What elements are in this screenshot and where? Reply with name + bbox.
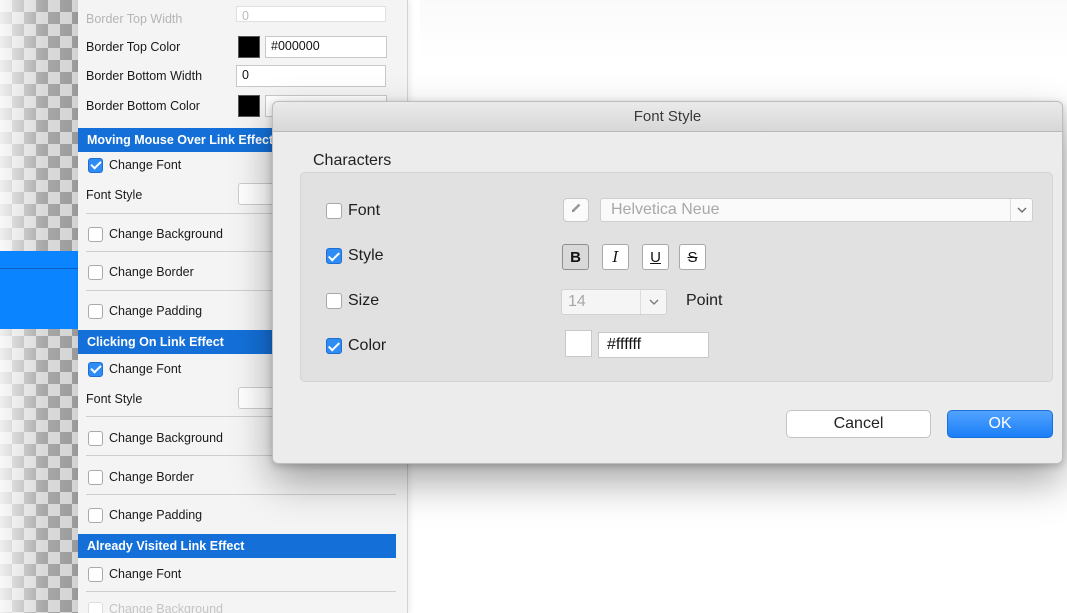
divider xyxy=(86,494,396,495)
visited-change-background-label: Change Background xyxy=(109,602,223,613)
click-change-font-checkbox[interactable] xyxy=(88,361,103,377)
font-edit-button[interactable] xyxy=(563,198,589,222)
font-size-select[interactable]: 14 xyxy=(561,289,667,315)
hover-change-font-checkbox[interactable] xyxy=(88,157,103,173)
border-bottom-color-row: Border Bottom Color xyxy=(86,95,200,117)
border-bottom-width-row: Border Bottom Width xyxy=(86,65,202,87)
border-top-color-swatch[interactable] xyxy=(238,36,260,58)
border-bottom-color-swatch[interactable] xyxy=(238,95,260,117)
border-top-width-label: Border Top Width xyxy=(86,12,183,26)
pencil-icon xyxy=(569,201,583,220)
strikethrough-button[interactable]: S xyxy=(679,244,706,270)
click-font-style-row: Font Style xyxy=(86,388,142,410)
border-top-color-label: Border Top Color xyxy=(86,40,181,54)
bold-button[interactable]: B xyxy=(562,244,589,270)
hover-change-border-row[interactable]: Change Border xyxy=(88,261,194,283)
chevron-down-icon[interactable] xyxy=(640,290,666,314)
style-row[interactable]: Style xyxy=(326,246,384,266)
visited-change-font-row[interactable]: Change Font xyxy=(88,563,181,585)
click-change-border-checkbox[interactable] xyxy=(88,469,103,485)
background-fade xyxy=(420,0,1067,100)
style-checkbox[interactable] xyxy=(326,248,342,264)
font-checkbox[interactable] xyxy=(326,203,342,219)
click-change-padding-checkbox[interactable] xyxy=(88,507,103,523)
selection-highlight xyxy=(0,251,78,329)
hover-change-padding-row[interactable]: Change Padding xyxy=(88,300,202,322)
size-row[interactable]: Size xyxy=(326,291,379,311)
divider xyxy=(86,591,396,592)
border-top-color-input[interactable]: #000000 xyxy=(265,36,387,58)
click-change-font-label: Change Font xyxy=(109,362,182,376)
hover-change-background-row[interactable]: Change Background xyxy=(88,223,223,245)
hover-change-font-label: Change Font xyxy=(109,158,182,172)
font-size-value: 14 xyxy=(568,293,586,310)
click-change-background-row[interactable]: Change Background xyxy=(88,427,223,449)
visited-change-font-label: Change Font xyxy=(109,567,182,581)
screen: Border Top Width 0 Border Top Color #000… xyxy=(0,0,1067,613)
color-swatch[interactable] xyxy=(565,330,592,357)
ok-button[interactable]: OK xyxy=(947,410,1053,438)
size-checkbox[interactable] xyxy=(326,293,342,309)
click-change-border-label: Change Border xyxy=(109,470,194,484)
visited-change-background-checkbox[interactable] xyxy=(88,601,103,613)
hover-change-padding-label: Change Padding xyxy=(109,304,203,318)
style-label: Style xyxy=(348,247,384,264)
size-label: Size xyxy=(348,292,380,309)
hover-change-padding-checkbox[interactable] xyxy=(88,303,103,319)
color-label: Color xyxy=(348,337,387,354)
border-bottom-width-label: Border Bottom Width xyxy=(86,69,203,83)
font-family-select[interactable]: Helvetica Neue xyxy=(600,198,1033,222)
border-top-width-row: Border Top Width xyxy=(86,8,182,30)
hover-change-background-label: Change Background xyxy=(109,227,223,241)
underline-button[interactable]: U xyxy=(642,244,669,270)
click-change-padding-row[interactable]: Change Padding xyxy=(88,504,202,526)
hover-font-style-label: Font Style xyxy=(86,188,143,202)
chevron-down-icon[interactable] xyxy=(1010,199,1032,221)
click-change-background-label: Change Background xyxy=(109,431,223,445)
size-unit-label: Point xyxy=(686,292,723,309)
hover-change-font-row[interactable]: Change Font xyxy=(88,154,181,176)
click-change-background-checkbox[interactable] xyxy=(88,430,103,446)
border-bottom-color-label: Border Bottom Color xyxy=(86,99,200,113)
italic-button[interactable]: I xyxy=(602,244,629,270)
visited-effect-header: Already Visited Link Effect xyxy=(78,534,396,558)
dialog-title: Font Style xyxy=(273,102,1062,132)
color-checkbox[interactable] xyxy=(326,338,342,354)
click-change-border-row[interactable]: Change Border xyxy=(88,466,194,488)
click-change-font-row[interactable]: Change Font xyxy=(88,358,181,380)
border-top-width-input[interactable]: 0 xyxy=(236,6,386,23)
border-bottom-width-input[interactable]: 0 xyxy=(236,65,386,87)
font-family-value: Helvetica Neue xyxy=(611,201,720,218)
characters-group-title: Characters xyxy=(313,152,392,169)
hover-font-style-row: Font Style xyxy=(86,184,142,206)
hover-change-background-checkbox[interactable] xyxy=(88,226,103,242)
visited-change-background-row[interactable]: Change Background xyxy=(88,598,223,613)
hover-change-border-label: Change Border xyxy=(109,265,194,279)
font-style-dialog: Font Style Characters Font Helvetica Neu… xyxy=(272,101,1063,464)
click-font-style-label: Font Style xyxy=(86,392,143,406)
color-row[interactable]: Color xyxy=(326,336,386,356)
visited-change-font-checkbox[interactable] xyxy=(88,566,103,582)
font-row[interactable]: Font xyxy=(326,201,380,221)
border-top-color-row: Border Top Color xyxy=(86,36,180,58)
hover-change-border-checkbox[interactable] xyxy=(88,264,103,280)
color-hex-input[interactable]: #ffffff xyxy=(598,332,709,358)
click-change-padding-label: Change Padding xyxy=(109,508,203,522)
cancel-button[interactable]: Cancel xyxy=(786,410,931,438)
font-label: Font xyxy=(348,202,381,219)
